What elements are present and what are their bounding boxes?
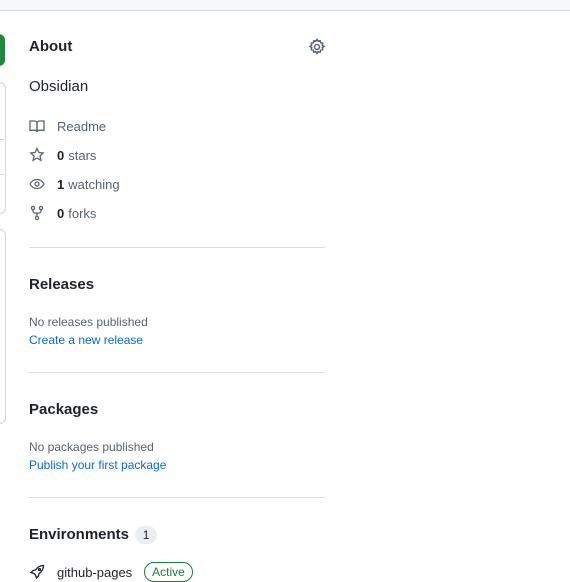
publish-package-link[interactable]: Publish your first package — [29, 458, 166, 472]
active-badge: Active — [144, 562, 193, 582]
forks-label: forks — [68, 205, 97, 221]
releases-status: No releases published — [29, 315, 148, 329]
section-divider — [29, 497, 325, 498]
environments-title[interactable]: Environments — [29, 526, 129, 543]
create-release-link[interactable]: Create a new release — [29, 333, 143, 347]
section-divider — [29, 247, 325, 248]
top-border — [0, 0, 570, 11]
row-divider — [0, 174, 4, 175]
forks-link[interactable]: 0 forks — [29, 204, 96, 222]
environments-heading: Environments 1 — [29, 526, 158, 545]
book-icon — [29, 120, 45, 133]
eye-icon — [29, 178, 45, 190]
readme-link[interactable]: Readme — [29, 117, 106, 135]
environments-count: 1 — [135, 526, 158, 545]
about-heading: About — [29, 38, 73, 55]
gear-icon[interactable] — [308, 37, 326, 56]
code-button-edge[interactable] — [0, 34, 5, 66]
watching-label: watching — [68, 176, 120, 192]
releases-heading[interactable]: Releases — [29, 276, 94, 293]
file-list-panel-edge — [0, 82, 6, 214]
packages-status: No packages published — [29, 440, 154, 454]
readme-label: Readme — [57, 118, 107, 134]
watching-link[interactable]: 1 watching — [29, 175, 120, 193]
watching-count: 1 — [57, 176, 65, 192]
forks-count: 0 — [57, 205, 65, 221]
fork-icon — [30, 205, 44, 221]
packages-heading[interactable]: Packages — [29, 401, 98, 418]
row-divider — [0, 139, 4, 140]
environment-item[interactable]: github-pages Active — [29, 562, 193, 582]
rocket-icon — [29, 564, 45, 580]
stars-count: 0 — [57, 147, 65, 163]
star-icon — [29, 147, 45, 162]
repo-description: Obsidian — [29, 78, 89, 95]
readme-panel-edge — [0, 229, 6, 424]
stars-label: stars — [68, 147, 97, 163]
stars-link[interactable]: 0 stars — [29, 146, 96, 164]
section-divider — [29, 372, 325, 373]
environment-name[interactable]: github-pages — [57, 565, 132, 580]
